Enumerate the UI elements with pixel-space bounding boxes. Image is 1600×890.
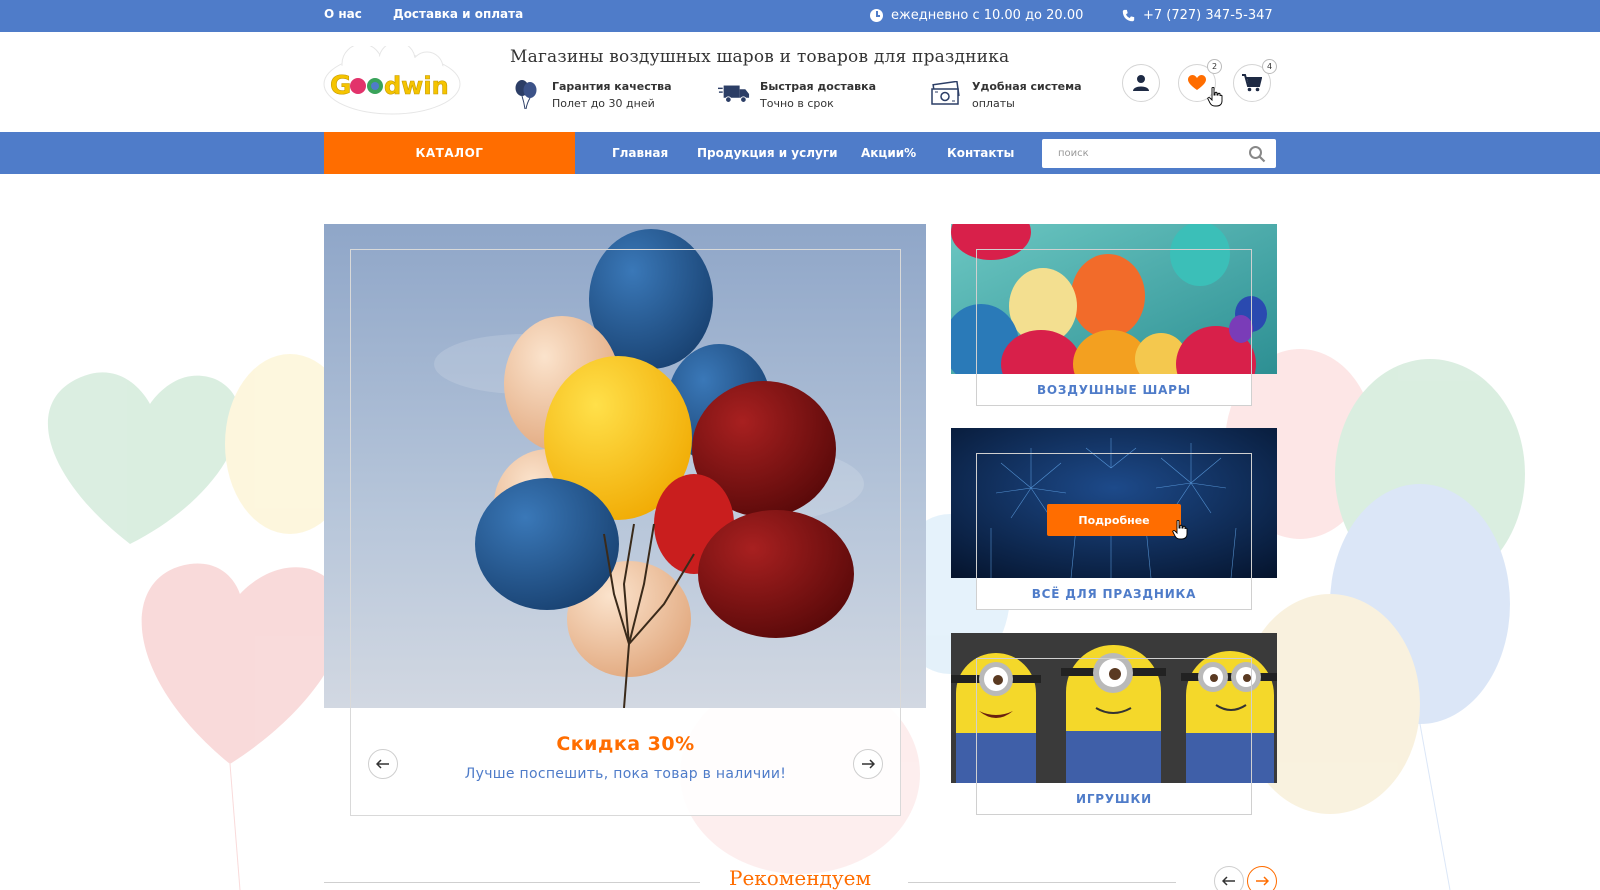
recommend-title: Рекомендуем <box>728 866 872 890</box>
arrow-right-icon <box>1256 876 1269 886</box>
user-icon <box>1133 75 1149 91</box>
feature-payment-text: оплаты <box>972 97 1015 110</box>
category-party-label[interactable]: ВСЁ ДЛЯ ПРАЗДНИКА <box>977 587 1251 601</box>
wishlist-button[interactable]: 2 <box>1178 59 1222 102</box>
arrow-left-icon <box>376 759 389 769</box>
recommend-next-button[interactable] <box>1247 866 1277 890</box>
cart-button[interactable]: 4 <box>1233 59 1277 102</box>
balloons-icon <box>510 78 542 110</box>
slider-prev-button[interactable] <box>368 749 398 779</box>
site-tagline: Магазины воздушных шаров и товаров для п… <box>510 47 1010 67</box>
cart-count-badge: 4 <box>1262 59 1277 74</box>
search-box <box>1042 139 1276 168</box>
category-balloons-label[interactable]: ВОЗДУШНЫЕ ШАРЫ <box>977 383 1251 397</box>
arrow-left-icon <box>1222 876 1235 886</box>
phone-icon <box>1122 9 1135 22</box>
feature-quality-title: Гарантия качества <box>552 80 672 93</box>
account-button[interactable] <box>1122 64 1160 102</box>
feature-delivery-title: Быстрая доставка <box>760 80 877 93</box>
site-header: G dwin Магазины воздушных шаров и товаро… <box>0 32 1600 132</box>
arrow-right-icon <box>862 759 875 769</box>
clock-icon <box>870 9 883 22</box>
recommend-divider-right <box>908 882 1176 883</box>
money-icon <box>930 78 962 110</box>
nav-products[interactable]: Продукция и услуги <box>697 146 838 160</box>
feature-payment: Удобная система оплаты <box>930 78 1082 112</box>
cart-icon <box>1242 74 1262 92</box>
recommend-prev-button[interactable] <box>1214 866 1244 890</box>
main-navigation: КАТАЛОГ Главная Продукция и услуги Акции… <box>0 132 1600 174</box>
about-link[interactable]: О нас <box>324 7 362 21</box>
goodwin-logo[interactable]: G dwin <box>322 46 462 118</box>
more-details-button[interactable]: Подробнее <box>1047 504 1181 536</box>
slider-next-button[interactable] <box>853 749 883 779</box>
nav-home[interactable]: Главная <box>612 146 668 160</box>
category-toys-label[interactable]: ИГРУШКИ <box>977 792 1251 806</box>
feature-quality: Гарантия качества Полет до 30 дней <box>510 78 672 112</box>
hero-title: Скидка 30% <box>556 733 695 755</box>
delivery-link[interactable]: Доставка и оплата <box>393 7 523 21</box>
svg-text:G: G <box>330 71 351 101</box>
svg-text:dwin: dwin <box>384 72 449 100</box>
search-input[interactable] <box>1042 139 1242 168</box>
phone-number[interactable]: +7 (727) 347-5-347 <box>1143 8 1273 23</box>
nav-promotions[interactable]: Акции% <box>861 146 916 160</box>
phone[interactable]: +7 (727) 347-5-347 <box>1122 8 1273 23</box>
feature-payment-title: Удобная система <box>972 80 1082 93</box>
hero-subtitle: Лучше поспешить, пока товар в наличии! <box>464 766 787 782</box>
feature-delivery-text: Точно в срок <box>760 97 834 110</box>
hero-caption-panel <box>351 708 900 815</box>
catalog-button[interactable]: КАТАЛОГ <box>324 132 575 174</box>
truck-icon <box>718 78 750 110</box>
search-icon[interactable] <box>1248 145 1266 163</box>
heart-icon <box>1188 75 1206 90</box>
feature-quality-text: Полет до 30 дней <box>552 97 655 110</box>
nav-contacts[interactable]: Контакты <box>947 146 1014 160</box>
working-hours: ежедневно с 10.00 до 20.00 <box>870 8 1083 23</box>
recommend-divider-left <box>324 882 700 883</box>
top-bar: О нас Доставка и оплата ежедневно с 10.0… <box>0 0 1600 32</box>
feature-delivery: Быстрая доставка Точно в срок <box>718 78 876 112</box>
wishlist-count-badge: 2 <box>1207 59 1222 74</box>
working-hours-text: ежедневно с 10.00 до 20.00 <box>891 8 1084 23</box>
